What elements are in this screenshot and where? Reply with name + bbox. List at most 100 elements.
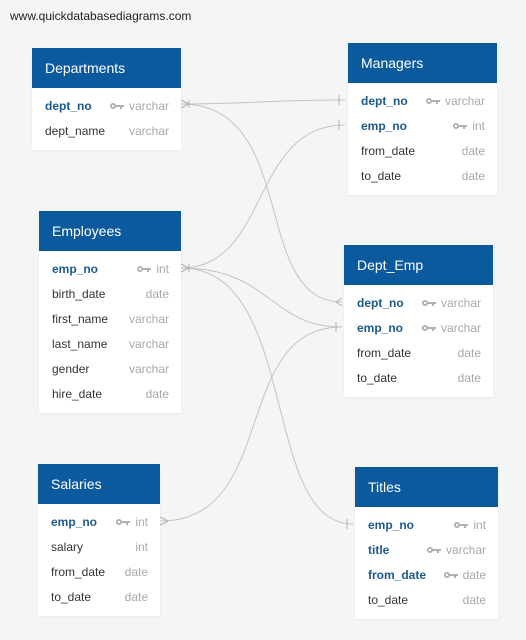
field-name: title [368,543,390,557]
field-name: from_date [51,565,106,579]
table-header[interactable]: Managers [348,43,497,83]
field-type: date [145,387,169,401]
field-type: int [115,510,148,535]
field-type: varchar [425,89,485,114]
field-name: emp_no [52,262,99,276]
field-row[interactable]: from_date date [355,563,498,588]
field-row[interactable]: dept_no varchar [344,291,493,316]
key-icon [109,102,124,109]
field-type-label: int [472,119,485,133]
key-icon [453,122,468,129]
key-icon [421,299,436,306]
field-row[interactable]: hire_date date [39,382,181,407]
field-row[interactable]: dept_name varchar [32,119,181,144]
link-departments-managers [180,99,346,105]
field-type: date [462,593,486,607]
table-employees[interactable]: Employees emp_no int birth_date date fir… [39,211,181,413]
field-type-label: varchar [445,543,486,557]
field-type: date [124,565,148,579]
field-type: date [124,590,148,604]
field-name: emp_no [368,518,415,532]
table-salaries[interactable]: Salaries emp_no int salary int from_date… [38,464,160,616]
field-row[interactable]: title varchar [355,538,498,563]
field-row[interactable]: salary int [38,535,160,560]
link-employees-titles [180,267,354,525]
field-name: first_name [52,312,109,326]
field-row[interactable]: emp_no varchar [344,316,493,341]
field-type-label: varchar [128,99,169,113]
field-name: emp_no [51,515,98,529]
field-row[interactable]: from_date date [348,139,497,164]
key-icon [425,97,440,104]
field-type-label: int [135,515,148,529]
field-name: from_date [361,144,416,158]
key-icon [426,546,441,553]
field-type-label: varchar [440,321,481,335]
field-type-label: varchar [444,94,485,108]
field-type: varchar [109,94,169,119]
field-row[interactable]: to_date date [344,366,493,391]
link-employees-managers [180,124,346,269]
field-name: birth_date [52,287,106,301]
field-type: date [145,287,169,301]
table-header[interactable]: Employees [39,211,181,251]
field-row[interactable]: to_date date [348,164,497,189]
table-departments[interactable]: Departments dept_no varchar dept_name va… [32,48,181,150]
table-titles[interactable]: Titles emp_no int title varchar from_dat… [355,467,498,619]
field-type-label: varchar [440,296,481,310]
field-name: from_date [368,568,427,582]
field-type: date [461,144,485,158]
key-icon [421,324,436,331]
field-row[interactable]: to_date date [355,588,498,613]
field-row[interactable]: from_date date [344,341,493,366]
field-name: from_date [357,346,412,360]
field-row[interactable]: from_date date [38,560,160,585]
field-name: salary [51,540,84,554]
field-type: varchar [421,291,481,316]
field-type: int [135,540,148,554]
field-name: to_date [361,169,402,183]
field-name: emp_no [361,119,408,133]
table-header[interactable]: Dept_Emp [344,245,493,285]
field-name: to_date [368,593,409,607]
field-name: dept_no [45,99,92,113]
table-managers[interactable]: Managers dept_no varchar emp_no int from… [348,43,497,195]
table-header[interactable]: Salaries [38,464,160,504]
field-row[interactable]: emp_no int [39,257,181,282]
field-name: to_date [357,371,398,385]
link-salaries-deptemp [159,326,343,522]
field-row[interactable]: first_name varchar [39,307,181,332]
field-name: emp_no [357,321,404,335]
field-type: varchar [128,312,169,326]
field-row[interactable]: emp_no int [355,513,498,538]
field-type: varchar [128,124,169,138]
table-header[interactable]: Departments [32,48,181,88]
field-row[interactable]: dept_no varchar [32,94,181,119]
link-employees-deptemp [180,267,343,328]
field-type: date [457,371,481,385]
field-row[interactable]: emp_no int [38,510,160,535]
field-row[interactable]: gender varchar [39,357,181,382]
field-row[interactable]: to_date date [38,585,160,610]
field-name: hire_date [52,387,103,401]
field-type: int [453,513,486,538]
table-header[interactable]: Titles [355,467,498,507]
key-icon [454,521,469,528]
field-type-label: date [462,568,486,582]
field-row[interactable]: dept_no varchar [348,89,497,114]
table-dept-emp[interactable]: Dept_Emp dept_no varchar emp_no varchar … [344,245,493,397]
field-type: varchar [426,538,486,563]
field-type: varchar [128,337,169,351]
field-name: dept_no [357,296,404,310]
field-row[interactable]: last_name varchar [39,332,181,357]
field-row[interactable]: emp_no int [348,114,497,139]
key-icon [443,571,458,578]
field-type: varchar [128,362,169,376]
field-type: varchar [421,316,481,341]
field-type-label: int [473,518,486,532]
field-type: int [452,114,485,139]
field-type: date [443,563,486,588]
field-type: date [461,169,485,183]
field-row[interactable]: birth_date date [39,282,181,307]
field-name: last_name [52,337,108,351]
